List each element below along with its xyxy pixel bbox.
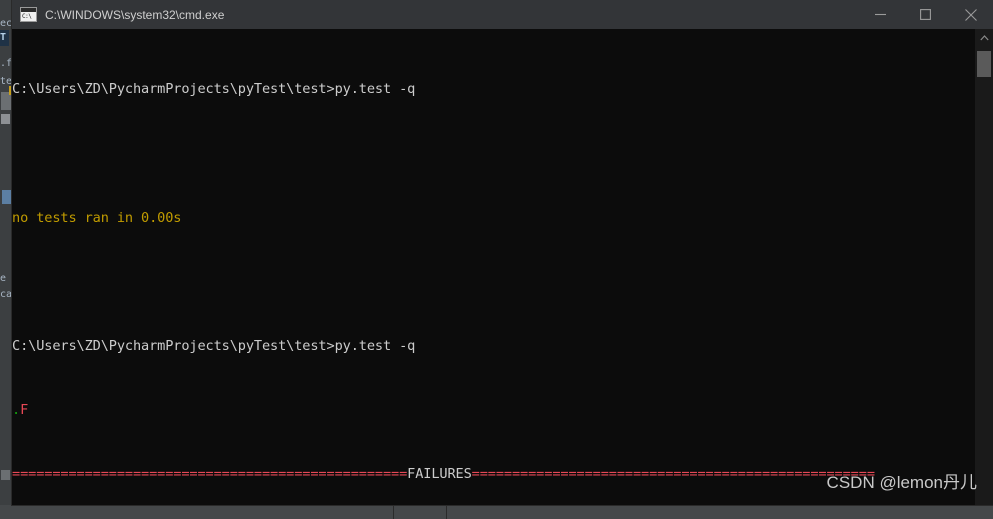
background-status-bar bbox=[0, 505, 993, 519]
progress-fail-char: F bbox=[20, 402, 29, 419]
background-text-fragment: .f bbox=[0, 58, 12, 69]
close-button[interactable] bbox=[948, 0, 993, 29]
background-text-fragment: ca bbox=[0, 289, 12, 300]
background-text-fragment: T bbox=[0, 32, 7, 43]
command-text: py.test -q bbox=[334, 81, 416, 98]
watermark: CSDN @lemon丹儿 bbox=[826, 473, 977, 492]
window-title: C:\WINDOWS\system32\cmd.exe bbox=[45, 7, 225, 22]
background-status-divider bbox=[393, 505, 394, 519]
background-resize-grip bbox=[1, 470, 10, 480]
command-text: py.test -q bbox=[334, 337, 416, 354]
terminal-line-progress: .F [100%] bbox=[12, 402, 975, 418]
title-bar[interactable]: C:\WINDOWS\system32\cmd.exe bbox=[12, 0, 993, 29]
cmd-icon bbox=[20, 7, 37, 22]
background-text-fragment: e bbox=[0, 273, 7, 284]
cmd-window: C:\WINDOWS\system32\cmd.exe C:\Users\ZD\… bbox=[12, 0, 993, 505]
failures-title: FAILURES bbox=[407, 466, 472, 483]
terminal-scrollbar[interactable] bbox=[975, 29, 993, 505]
background-icon-block bbox=[2, 190, 11, 204]
progress-pass-dot: . bbox=[12, 402, 21, 419]
background-text-fragment: ec bbox=[0, 18, 12, 29]
prompt-path: C:\Users\ZD\PycharmProjects\pyTest\test> bbox=[12, 337, 335, 354]
terminal-line-no-tests: no tests ran in 0.00s bbox=[12, 210, 975, 226]
maximize-button[interactable] bbox=[903, 0, 948, 29]
minimize-button[interactable] bbox=[858, 0, 903, 29]
terminal-line-prompt-2: C:\Users\ZD\PycharmProjects\pyTest\test>… bbox=[12, 338, 975, 354]
terminal-output-area[interactable]: C:\Users\ZD\PycharmProjects\pyTest\test>… bbox=[12, 29, 975, 505]
window-controls bbox=[858, 0, 993, 29]
terminal-text: C:\Users\ZD\PycharmProjects\pyTest\test>… bbox=[12, 33, 975, 505]
screen: ec T .f te e ca C:\WINDOWS\system32\cmd.… bbox=[0, 0, 993, 519]
scrollbar-thumb[interactable] bbox=[977, 51, 991, 77]
scroll-up-arrow-icon[interactable] bbox=[975, 29, 993, 47]
separator-left: ========================================… bbox=[12, 466, 408, 483]
no-tests-message: no tests ran in 0.00s bbox=[12, 209, 182, 226]
prompt-path: C:\Users\ZD\PycharmProjects\pyTest\test> bbox=[12, 81, 335, 98]
separator-right: ========================================… bbox=[471, 466, 875, 483]
terminal-line-prompt-1: C:\Users\ZD\PycharmProjects\pyTest\test>… bbox=[12, 81, 975, 97]
background-arrow-block bbox=[1, 114, 10, 124]
background-status-divider bbox=[446, 505, 447, 519]
